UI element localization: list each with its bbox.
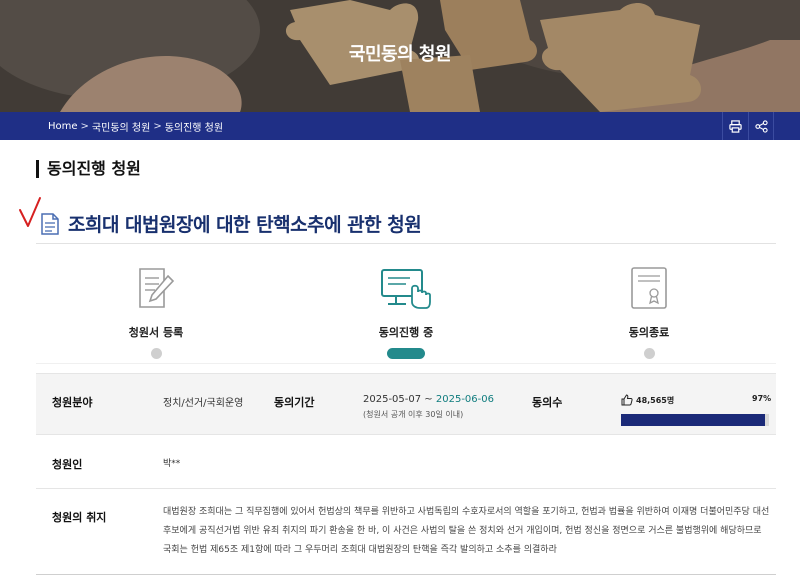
info-row-purpose: 청원의 취지 대법원장 조희대는 그 직무집행에 있어서 헌법상의 책무를 위반… xyxy=(36,489,776,575)
section-title: 동의진행 청원 xyxy=(36,160,141,178)
certificate-icon xyxy=(631,267,667,309)
share-icon xyxy=(754,119,768,133)
step-label: 동의종료 xyxy=(628,326,670,339)
table-bottom-border xyxy=(36,574,776,575)
progress-bar xyxy=(621,414,769,426)
step-label: 동의진행 중 xyxy=(378,326,434,339)
thumbs-up-icon xyxy=(621,394,633,406)
petitioner-label: 청원인 xyxy=(52,458,83,471)
petitioner-value: 박** xyxy=(163,459,181,469)
document-icon xyxy=(41,212,59,235)
progress-steps: 청원서 등록 동의진행 중 동의종료 xyxy=(36,244,776,364)
breadcrumb-bar: Home > 국민동의 청원 > 동의진행 청원 xyxy=(0,112,800,140)
breadcrumb-separator: > xyxy=(153,120,162,132)
field-label: 청원분야 xyxy=(52,396,93,409)
breadcrumb-separator: > xyxy=(80,120,89,132)
period-label: 동의기간 xyxy=(274,396,315,409)
period-end: 2025-06-06 xyxy=(435,394,494,405)
step-indicator-current xyxy=(387,348,425,359)
step-indicator-done xyxy=(150,348,162,359)
breadcrumb-home[interactable]: Home xyxy=(48,121,78,132)
purpose-label: 청원의 취지 xyxy=(52,511,107,524)
breadcrumb-level1[interactable]: 국민동의 청원 xyxy=(92,119,150,134)
percent-label: 97% xyxy=(752,394,772,403)
step-closed: 동의종료 xyxy=(589,264,709,359)
petition-title: 조희대 대법원장에 대한 탄핵소추에 관한 청원 xyxy=(68,214,422,236)
print-button[interactable] xyxy=(722,112,748,140)
count-label: 동의수 xyxy=(532,396,563,409)
info-row-petitioner: 청원인 박** xyxy=(36,435,776,489)
purpose-text: 대법원장 조희대는 그 직무집행에 있어서 헌법상의 책무를 위반하고 사법독립… xyxy=(163,507,770,555)
period-note: (청원서 공개 이후 30일 이내) xyxy=(363,410,464,419)
step-in-progress: 동의진행 중 xyxy=(346,264,466,359)
count-value: 48,565명 xyxy=(636,395,675,405)
computer-touch-icon xyxy=(381,269,431,309)
step-registration: 청원서 등록 xyxy=(96,264,216,359)
breadcrumb: Home > 국민동의 청원 > 동의진행 청원 xyxy=(48,112,223,140)
step-indicator-upcoming xyxy=(643,348,655,359)
period-start: 2025-05-07 ~ xyxy=(363,394,433,405)
print-icon xyxy=(729,119,742,133)
field-value: 정치/선거/국회운영 xyxy=(163,398,244,409)
period-range: 2025-05-07 ~ 2025-06-06 xyxy=(363,394,494,405)
info-row-summary: 청원분야 정치/선거/국회운영 동의기간 2025-05-07 ~ 2025-0… xyxy=(36,373,776,435)
page-title: 국민동의 청원 xyxy=(348,44,452,65)
petition-info-table: 청원분야 정치/선거/국회운영 동의기간 2025-05-07 ~ 2025-0… xyxy=(36,373,776,575)
document-pen-icon xyxy=(139,268,175,308)
count-display: 48,565명 xyxy=(621,394,674,406)
progress-bar-fill xyxy=(621,414,765,426)
step-label: 청원서 등록 xyxy=(128,326,184,339)
petition-title-row: 조희대 대법원장에 대한 탄핵소추에 관한 청원 xyxy=(40,210,422,237)
share-button[interactable] xyxy=(748,112,774,140)
hero-banner: 국민동의 청원 xyxy=(0,0,800,112)
steps-divider xyxy=(36,363,776,364)
breadcrumb-level2[interactable]: 동의진행 청원 xyxy=(165,119,223,134)
